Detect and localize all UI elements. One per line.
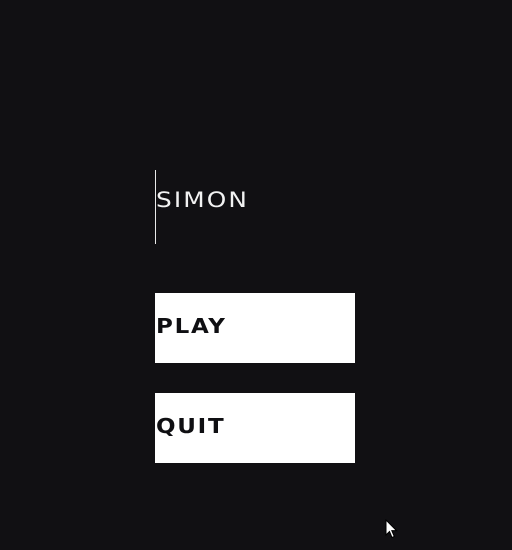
quit-button[interactable]: QUIT [155, 393, 355, 463]
game-title: SIMON [156, 188, 250, 212]
play-button-label: PLAY [156, 314, 227, 338]
quit-button-label: QUIT [156, 414, 226, 438]
play-button[interactable]: PLAY [155, 293, 355, 363]
mouse-pointer-icon [385, 519, 398, 539]
